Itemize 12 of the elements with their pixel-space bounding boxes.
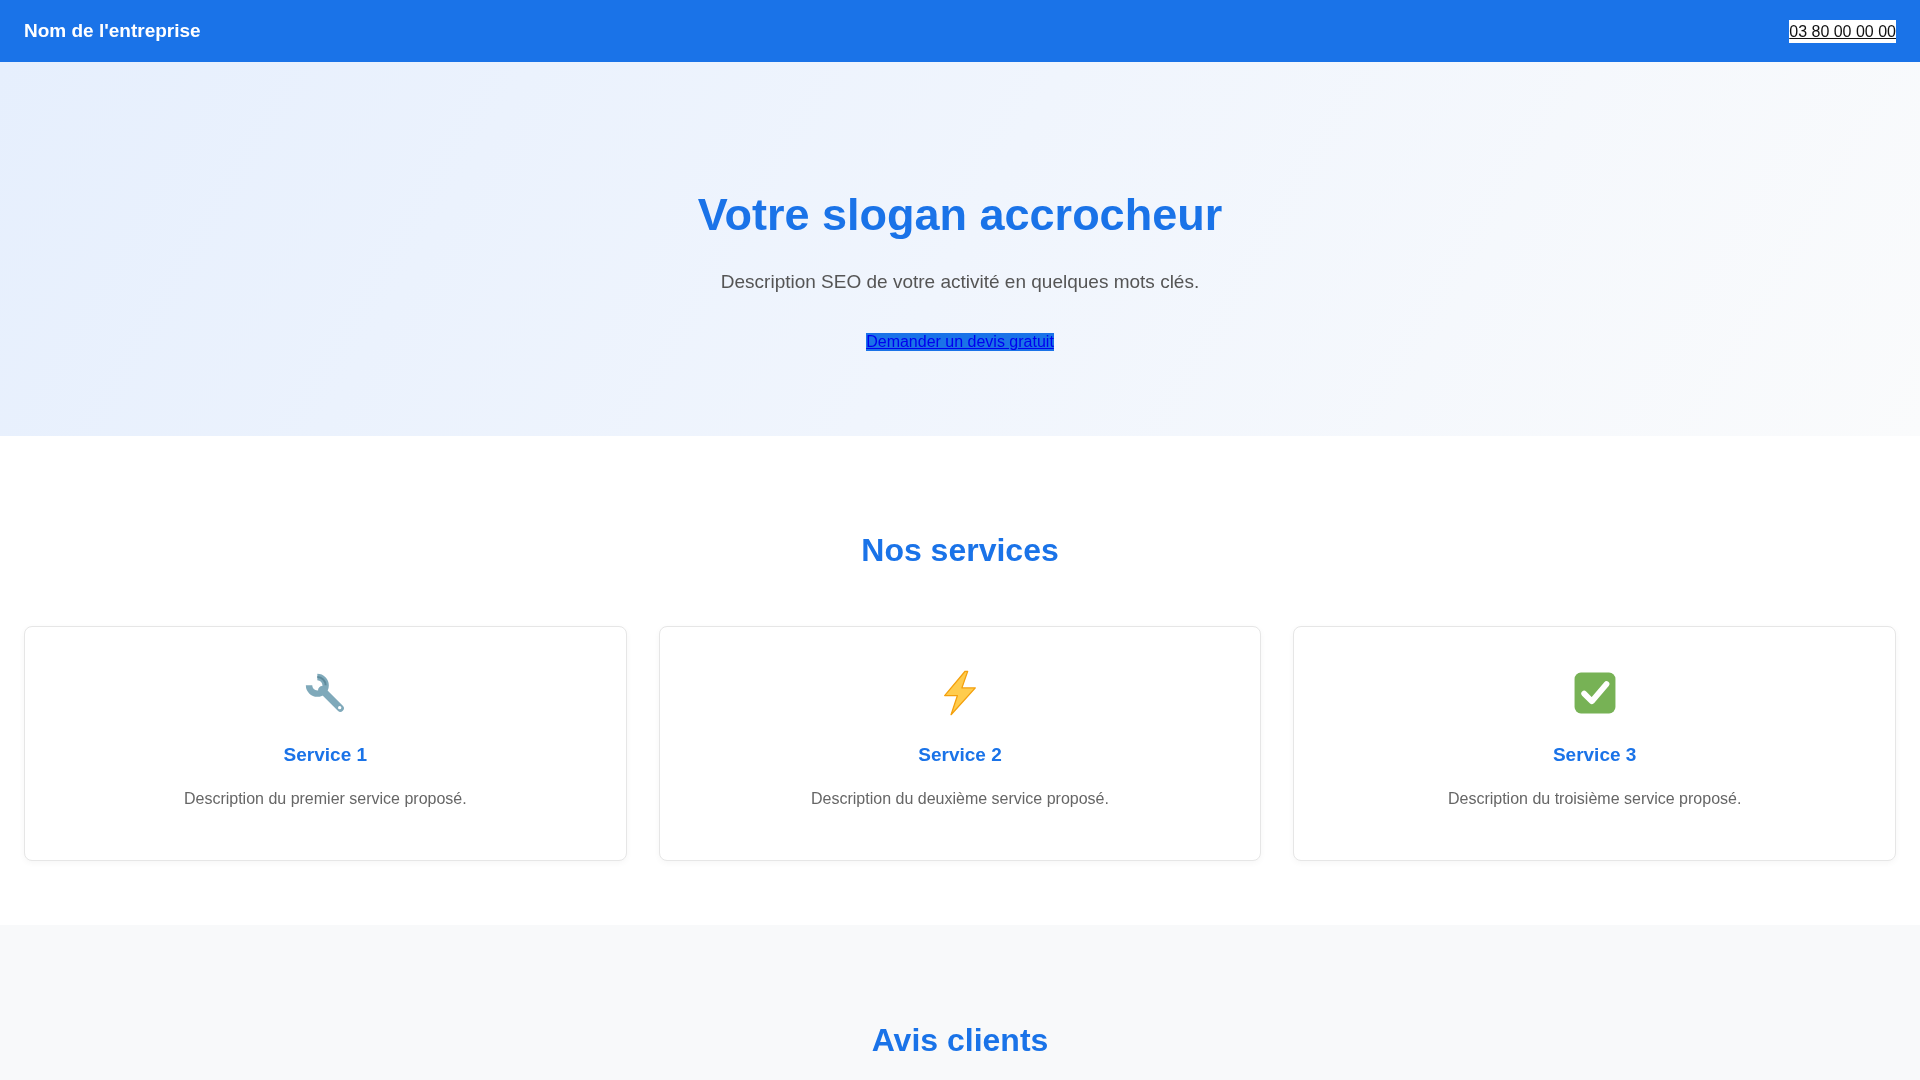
service-description: Description du troisième service proposé.	[1447, 790, 1742, 808]
section-title: Nos services	[860, 532, 1060, 569]
section-title: Avis clients	[870, 1022, 1050, 1059]
company-name: Nom de l'entreprise	[24, 20, 201, 42]
service-title: Service 2	[918, 744, 1002, 766]
hero-description: Description SEO de votre activité en quelques mots clés.	[720, 271, 1200, 293]
service-description: Description du deuxième service proposé.	[811, 790, 1109, 808]
service-title: Service 1	[283, 744, 368, 766]
phone-link[interactable]: 03 80 00 00 00	[1789, 19, 1896, 43]
hero-title: Votre slogan accrocheur	[697, 189, 1223, 241]
service-description: Description du premier service proposé.	[183, 790, 467, 808]
service-title: Service 3	[1552, 744, 1637, 766]
